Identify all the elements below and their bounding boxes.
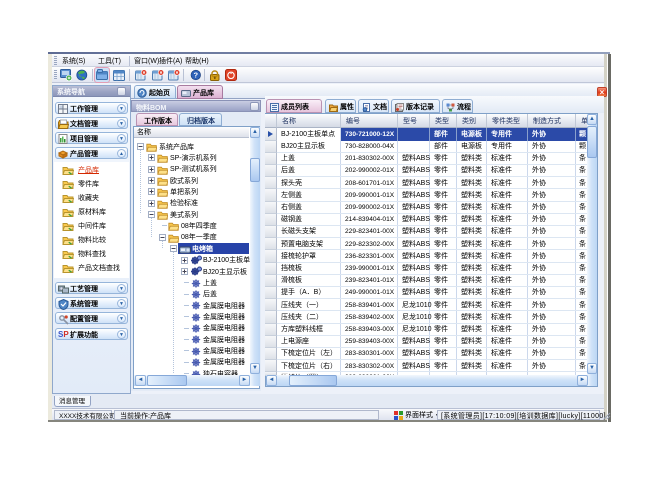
svg-text:?: ? — [194, 71, 199, 80]
